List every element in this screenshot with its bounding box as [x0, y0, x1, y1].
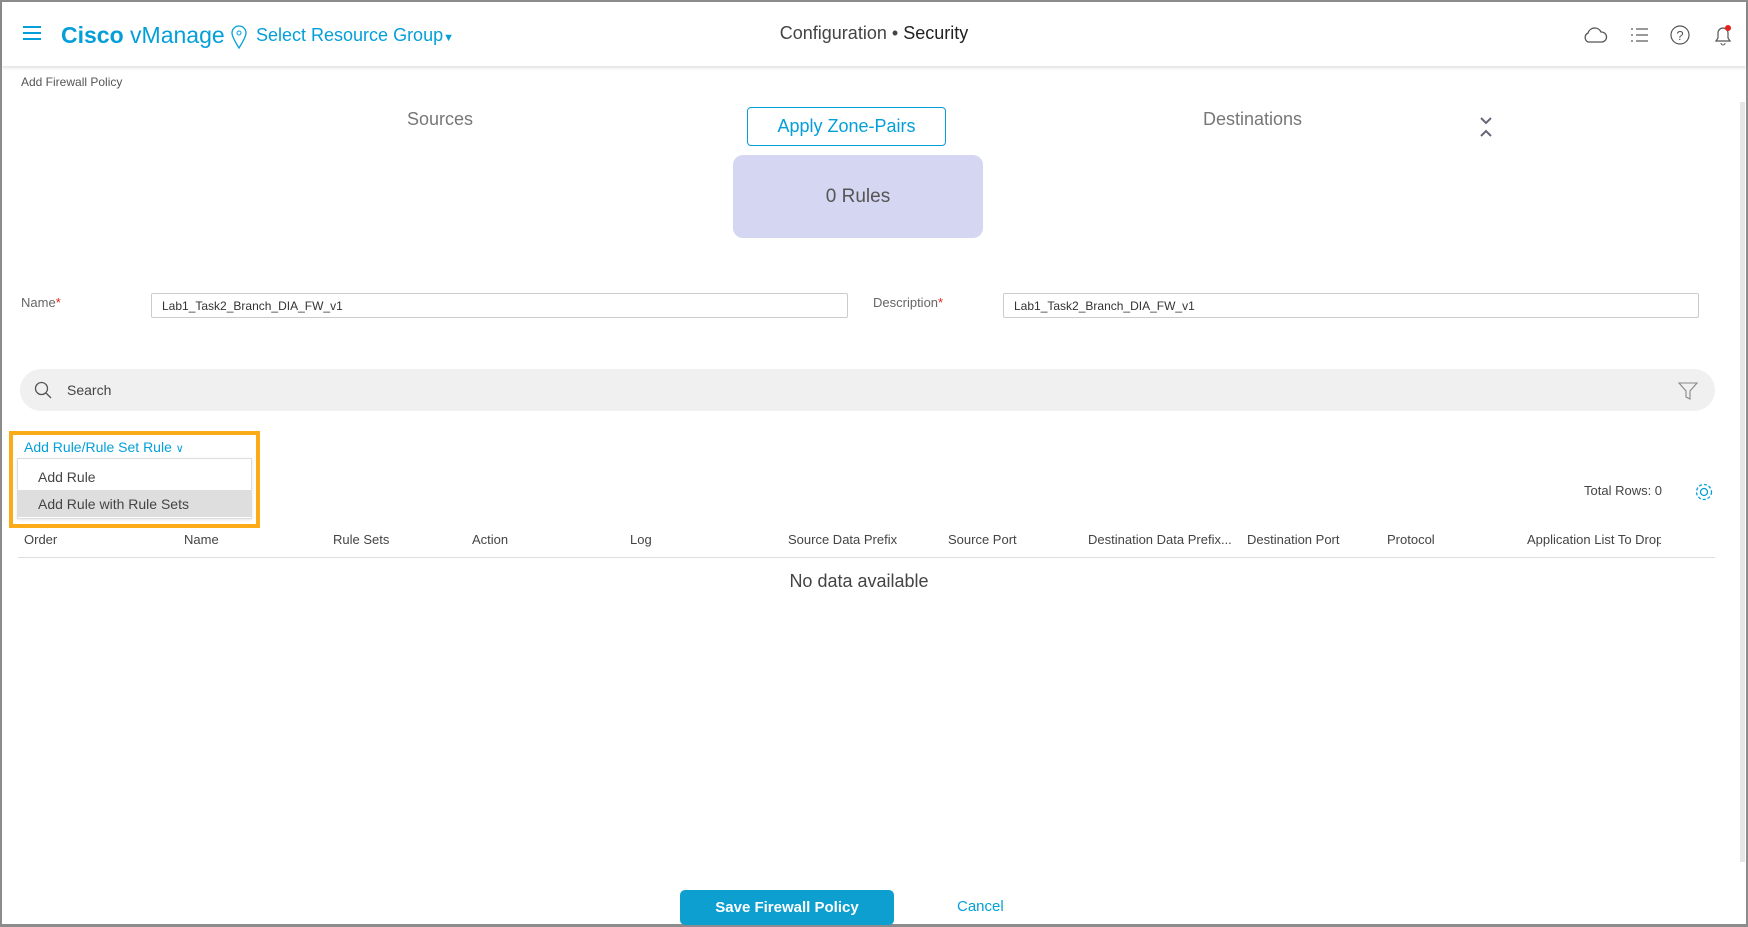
description-label: Description*: [873, 295, 943, 310]
empty-table-message: No data available: [789, 571, 929, 591]
collapse-expand-icon[interactable]: [1479, 115, 1493, 139]
add-rule-dropdown-label: Add Rule/Rule Set Rule: [24, 439, 172, 455]
menu-item-add-rule-with-rule-sets[interactable]: Add Rule with Rule Sets: [18, 490, 251, 517]
column-header-application-list[interactable]: Application List To Drop: [1527, 532, 1661, 547]
description-input[interactable]: Lab1_Task2_Branch_DIA_FW_v1: [1003, 293, 1699, 318]
add-rule-menu: Add Rule Add Rule with Rule Sets: [17, 458, 252, 519]
list-icon[interactable]: [1631, 27, 1649, 43]
column-header-source-port[interactable]: Source Port: [948, 532, 1017, 547]
rules-count-box[interactable]: 0 Rules: [733, 155, 983, 238]
column-header-log[interactable]: Log: [630, 532, 652, 547]
sources-label: Sources: [407, 109, 474, 129]
column-header-name[interactable]: Name: [184, 532, 219, 547]
save-firewall-policy-button[interactable]: Save Firewall Policy: [680, 890, 894, 925]
column-header-destination-data-prefix[interactable]: Destination Data Prefix...: [1088, 532, 1232, 547]
column-header-source-data-prefix[interactable]: Source Data Prefix: [788, 532, 897, 547]
add-rule-dropdown[interactable]: Add Rule/Rule Set Rule ∨: [24, 439, 184, 455]
total-rows: Total Rows: 0: [1584, 483, 1663, 498]
menu-item-add-rule[interactable]: Add Rule: [18, 463, 251, 490]
vertical-scrollbar[interactable]: [1740, 102, 1745, 862]
column-header-order[interactable]: Order: [24, 532, 57, 547]
name-label: Name*: [21, 295, 61, 310]
title-separator: •: [891, 23, 899, 43]
name-label-text: Name: [21, 295, 56, 310]
breadcrumb: Add Firewall Policy: [21, 75, 123, 89]
column-header-destination-port[interactable]: Destination Port: [1247, 532, 1340, 547]
table-header-divider: [18, 557, 1715, 558]
search-icon: [34, 381, 52, 399]
help-icon[interactable]: ?: [1670, 25, 1690, 45]
gear-icon[interactable]: [1694, 482, 1714, 502]
cloud-icon[interactable]: [1582, 26, 1608, 44]
cancel-button[interactable]: Cancel: [957, 898, 1004, 915]
name-input[interactable]: Lab1_Task2_Branch_DIA_FW_v1: [151, 293, 848, 318]
search-input[interactable]: Search: [20, 369, 1715, 411]
page-title: Configuration • Security: [2, 23, 1746, 44]
filter-icon[interactable]: [1678, 381, 1698, 401]
search-placeholder: Search: [67, 382, 112, 398]
apply-zone-pairs-button[interactable]: Apply Zone-Pairs: [747, 107, 946, 146]
title-section: Configuration: [779, 23, 887, 43]
top-header: Cisco vManage Select Resource Group▼ Con…: [2, 2, 1746, 66]
column-header-action[interactable]: Action: [472, 532, 508, 547]
title-page: Security: [903, 23, 969, 43]
notification-dot: [1725, 25, 1731, 31]
bell-icon[interactable]: [1712, 24, 1734, 46]
required-mark: *: [55, 295, 61, 310]
required-mark: *: [938, 295, 944, 310]
description-label-text: Description: [873, 295, 939, 310]
destinations-label: Destinations: [1203, 109, 1303, 129]
column-header-rule-sets[interactable]: Rule Sets: [333, 532, 389, 547]
svg-text:?: ?: [1676, 28, 1683, 43]
chevron-down-icon: ∨: [175, 443, 184, 455]
column-header-protocol[interactable]: Protocol: [1387, 532, 1435, 547]
